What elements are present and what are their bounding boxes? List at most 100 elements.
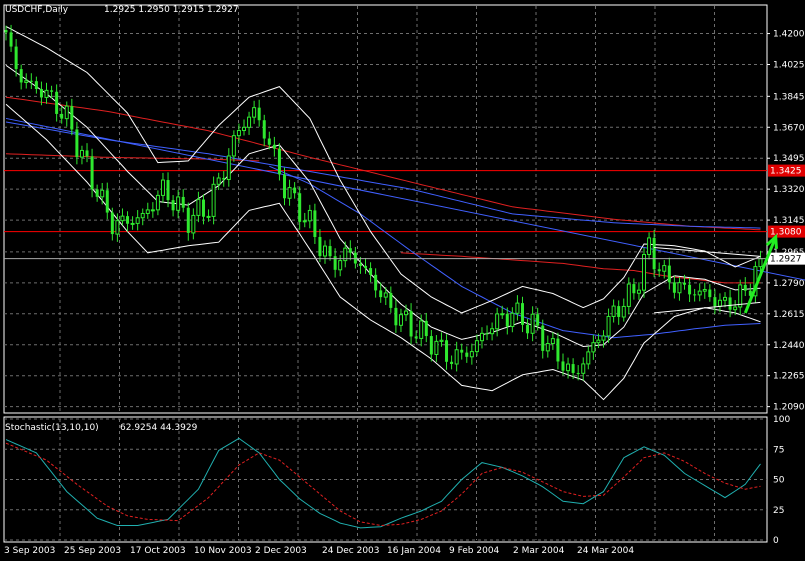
candle-body xyxy=(728,297,732,310)
candle-body xyxy=(505,313,509,327)
candle-body xyxy=(145,209,150,214)
candle-body xyxy=(621,305,626,318)
candle-body xyxy=(490,328,495,335)
x-tick-label: 25 Sep 2003 xyxy=(64,546,121,556)
up-arrow-shaft xyxy=(743,236,778,314)
candle-body xyxy=(556,338,560,362)
candle-body xyxy=(323,245,328,257)
candle-body xyxy=(206,215,211,218)
candle-body xyxy=(591,342,596,353)
candle-body xyxy=(424,320,428,337)
candle-body xyxy=(166,180,170,201)
candle-body xyxy=(171,200,175,211)
candle-body xyxy=(358,263,362,266)
candle-body xyxy=(500,313,505,316)
main-price-panel[interactable]: 1.4200 1.4025 1.3845 1.3670 1.3495 1.3320 1.31… xyxy=(3,4,805,414)
candle-body xyxy=(155,194,160,211)
candle-body xyxy=(708,289,712,298)
x-tick-label: 17 Oct 2003 xyxy=(130,546,186,556)
candle-body xyxy=(302,220,307,223)
candle-body xyxy=(445,340,449,362)
candle-body xyxy=(389,292,393,308)
candle-body xyxy=(313,210,317,237)
candle-body xyxy=(566,363,571,372)
candle-body xyxy=(626,283,631,307)
candle-body xyxy=(191,214,196,234)
candle-body xyxy=(126,216,130,224)
candle-body xyxy=(632,284,636,294)
candle-body xyxy=(222,178,226,180)
candle-body xyxy=(657,269,661,272)
candle-body xyxy=(201,199,205,217)
y-tick-label: 1.2790 xyxy=(773,279,805,289)
candle-body xyxy=(601,335,606,341)
candle-body xyxy=(662,265,667,272)
candle-body xyxy=(4,30,8,33)
candle-body xyxy=(536,314,540,326)
candle-body xyxy=(465,352,469,357)
candle-body xyxy=(100,189,105,198)
candle-body xyxy=(693,294,697,296)
stochastic-panel[interactable]: 100 75 50 25 0 3 Sep 2003 25 Sep 2003 17 Oct 20… xyxy=(3,415,790,556)
stochastic-tick-label: 25 xyxy=(773,506,784,516)
candle-body xyxy=(95,189,99,197)
main-panel-frame xyxy=(3,4,768,414)
candle-body xyxy=(24,80,29,83)
candle-body xyxy=(530,313,535,334)
y-tick-label: 1.2090 xyxy=(773,403,805,413)
candle-body xyxy=(596,339,601,344)
candle-body xyxy=(211,183,216,217)
candle-body xyxy=(439,339,444,342)
candle-body xyxy=(374,274,378,291)
candle-body xyxy=(55,91,59,114)
y-tick-label: 1.3670 xyxy=(773,123,805,133)
candle-body xyxy=(160,179,165,196)
candle-body xyxy=(9,32,13,47)
candle-body xyxy=(409,311,413,337)
candle-body xyxy=(469,351,474,358)
candle-body xyxy=(105,190,109,213)
candle-body xyxy=(130,222,135,225)
candle-body xyxy=(404,310,409,316)
candle-body xyxy=(717,299,722,307)
y-tick-label: 1.2440 xyxy=(773,341,805,351)
candle-body xyxy=(70,106,74,130)
candle-body xyxy=(611,305,616,317)
candle-body xyxy=(262,120,266,139)
chart-svg: 1.4200 1.4025 1.3845 1.3670 1.3495 1.3320 1.31… xyxy=(3,4,805,556)
candle-body xyxy=(460,349,464,353)
x-tick-label: 2 Mar 2004 xyxy=(513,546,565,556)
candle-body xyxy=(683,282,687,285)
candle-body xyxy=(652,237,656,270)
candle-body xyxy=(450,361,454,364)
candle-body xyxy=(90,156,94,190)
candle-body xyxy=(277,148,281,175)
candle-body xyxy=(733,306,738,311)
candle-body xyxy=(140,212,145,219)
last-price-label: 1.2927 xyxy=(770,255,802,265)
stochastic-tick-label: 100 xyxy=(773,415,790,425)
candle-body xyxy=(60,113,64,119)
candle-body xyxy=(545,343,550,352)
y-tick-label: 1.4200 xyxy=(773,30,805,40)
x-tick-label: 10 Nov 2003 xyxy=(194,546,252,556)
candle-body xyxy=(414,336,418,339)
stochastic-label: Stochastic(13,10,10) xyxy=(5,423,99,433)
candle-body xyxy=(29,80,33,82)
candle-body xyxy=(120,215,125,222)
candle-body xyxy=(150,209,155,212)
candle-body xyxy=(226,155,231,181)
candle-body xyxy=(454,349,459,365)
candle-body xyxy=(485,333,489,335)
candle-body xyxy=(252,107,257,118)
candle-body xyxy=(713,297,717,307)
candle-body xyxy=(64,105,69,120)
candle-body xyxy=(743,284,747,291)
candle-body xyxy=(115,220,120,235)
candle-body xyxy=(520,303,524,325)
candle-body xyxy=(267,138,271,145)
candle-body xyxy=(571,364,575,373)
candle-body xyxy=(647,237,652,255)
candle-body xyxy=(135,217,140,224)
candle-body xyxy=(606,315,611,337)
